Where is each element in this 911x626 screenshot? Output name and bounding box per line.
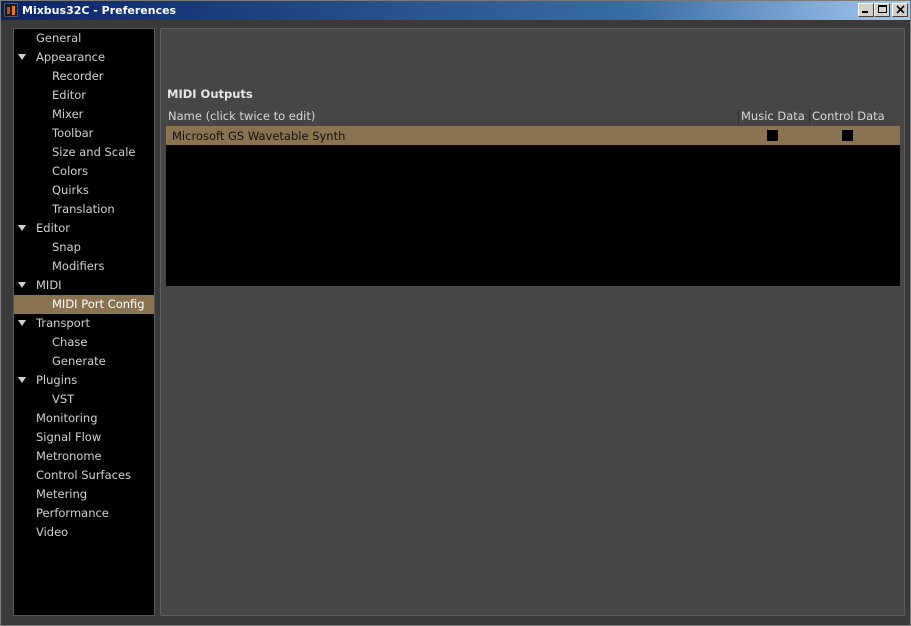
sidebar-item-colors[interactable]: Colors bbox=[14, 162, 154, 181]
column-header-name[interactable]: Name (click twice to edit) bbox=[168, 109, 315, 123]
expander-arrow-icon[interactable] bbox=[18, 225, 26, 231]
sidebar-item-size-and-scale[interactable]: Size and Scale bbox=[14, 143, 154, 162]
sidebar-item-quirks[interactable]: Quirks bbox=[14, 181, 154, 200]
sidebar-item-toolbar[interactable]: Toolbar bbox=[14, 124, 154, 143]
column-header-music-data[interactable]: Music Data bbox=[741, 109, 805, 123]
sidebar-item-label: Signal Flow bbox=[36, 430, 102, 444]
sidebar-item-translation[interactable]: Translation bbox=[14, 200, 154, 219]
sidebar-item-label: Modifiers bbox=[52, 259, 105, 273]
sidebar-item-label: Metronome bbox=[36, 449, 102, 463]
sidebar-item-generate[interactable]: Generate bbox=[14, 352, 154, 371]
expander-arrow-icon[interactable] bbox=[18, 377, 26, 383]
sidebar-item-label: Transport bbox=[36, 316, 90, 330]
sidebar-item-label: Editor bbox=[52, 88, 87, 102]
sidebar-item-label: Plugins bbox=[36, 373, 78, 387]
sidebar-item-label: Monitoring bbox=[36, 411, 98, 425]
sidebar-item-modifiers[interactable]: Modifiers bbox=[14, 257, 154, 276]
expander-arrow-icon[interactable] bbox=[18, 282, 26, 288]
sidebar-item-general[interactable]: General bbox=[14, 29, 154, 48]
sidebar-item-monitoring[interactable]: Monitoring bbox=[14, 409, 154, 428]
close-icon bbox=[895, 5, 905, 14]
sidebar-item-video[interactable]: Video bbox=[14, 523, 154, 542]
sidebar-item-label: Performance bbox=[36, 506, 109, 520]
sidebar-item-chase[interactable]: Chase bbox=[14, 333, 154, 352]
sidebar-item-appearance[interactable]: Appearance bbox=[14, 48, 154, 67]
preferences-window: Mixbus32C - Preferences General Appearanc… bbox=[0, 0, 911, 626]
maximize-button[interactable] bbox=[874, 3, 890, 17]
sidebar-item-midi[interactable]: MIDI bbox=[14, 276, 154, 295]
sidebar-item-label: Translation bbox=[52, 202, 115, 216]
sidebar-item-mixer[interactable]: Mixer bbox=[14, 105, 154, 124]
maximize-icon bbox=[877, 5, 887, 13]
sidebar-item-metering[interactable]: Metering bbox=[14, 485, 154, 504]
expander-arrow-icon[interactable] bbox=[18, 54, 26, 60]
minimize-icon bbox=[862, 11, 868, 13]
sidebar-item-label: Editor bbox=[36, 221, 71, 235]
sidebar-item-label: Mixer bbox=[52, 107, 84, 121]
table-row[interactable]: Microsoft GS Wavetable Synth bbox=[166, 126, 900, 145]
sidebar-item-label: Recorder bbox=[52, 69, 104, 83]
column-separator bbox=[738, 109, 739, 124]
section-title: MIDI Outputs bbox=[167, 87, 253, 101]
sidebar-item-label: Control Surfaces bbox=[36, 468, 132, 482]
sidebar-item-editor[interactable]: Editor bbox=[14, 86, 154, 105]
sidebar-item-label: General bbox=[36, 31, 82, 45]
sidebar-item-signal-flow[interactable]: Signal Flow bbox=[14, 428, 154, 447]
sidebar-item-editor[interactable]: Editor bbox=[14, 219, 154, 238]
sidebar-item-label: Metering bbox=[36, 487, 88, 501]
sidebar-item-recorder[interactable]: Recorder bbox=[14, 67, 154, 86]
sidebar-item-snap[interactable]: Snap bbox=[14, 238, 154, 257]
preferences-sidebar: General Appearance Recorder Editor Mixer Tool… bbox=[13, 28, 155, 616]
midi-outputs-list[interactable]: Microsoft GS Wavetable Synth bbox=[166, 126, 900, 286]
mixbus-app-icon bbox=[4, 3, 18, 17]
sidebar-item-label: MIDI bbox=[36, 278, 62, 292]
sidebar-item-control-surfaces[interactable]: Control Surfaces bbox=[14, 466, 154, 485]
minimize-button[interactable] bbox=[858, 3, 874, 17]
sidebar-item-midi-port-config[interactable]: MIDI Port Config bbox=[14, 295, 154, 314]
sidebar-item-performance[interactable]: Performance bbox=[14, 504, 154, 523]
sidebar-item-label: Toolbar bbox=[52, 126, 94, 140]
sidebar-item-label: Video bbox=[36, 525, 69, 539]
sidebar-item-label: Quirks bbox=[52, 183, 89, 197]
music-data-checkbox[interactable] bbox=[767, 130, 778, 141]
sidebar-item-label: MIDI Port Config bbox=[52, 297, 145, 311]
expander-arrow-icon[interactable] bbox=[18, 320, 26, 326]
sidebar-item-label: Appearance bbox=[36, 50, 106, 64]
column-separator bbox=[809, 109, 810, 124]
title-bar[interactable]: Mixbus32C - Preferences bbox=[1, 1, 910, 20]
sidebar-item-label: Chase bbox=[52, 335, 88, 349]
midi-port-config-panel: MIDI Outputs Name (click twice to edit) … bbox=[160, 28, 905, 616]
sidebar-item-plugins[interactable]: Plugins bbox=[14, 371, 154, 390]
port-name[interactable]: Microsoft GS Wavetable Synth bbox=[172, 129, 345, 143]
sidebar-item-label: Generate bbox=[52, 354, 106, 368]
sidebar-item-label: Size and Scale bbox=[52, 145, 136, 159]
window-title: Mixbus32C - Preferences bbox=[22, 4, 177, 17]
sidebar-item-metronome[interactable]: Metronome bbox=[14, 447, 154, 466]
sidebar-item-label: Snap bbox=[52, 240, 81, 254]
column-header-control-data[interactable]: Control Data bbox=[812, 109, 885, 123]
sidebar-item-transport[interactable]: Transport bbox=[14, 314, 154, 333]
control-data-checkbox[interactable] bbox=[842, 130, 853, 141]
sidebar-item-label: Colors bbox=[52, 164, 89, 178]
close-button[interactable] bbox=[892, 3, 908, 17]
sidebar-item-label: VST bbox=[52, 392, 75, 406]
sidebar-item-vst[interactable]: VST bbox=[14, 390, 154, 409]
